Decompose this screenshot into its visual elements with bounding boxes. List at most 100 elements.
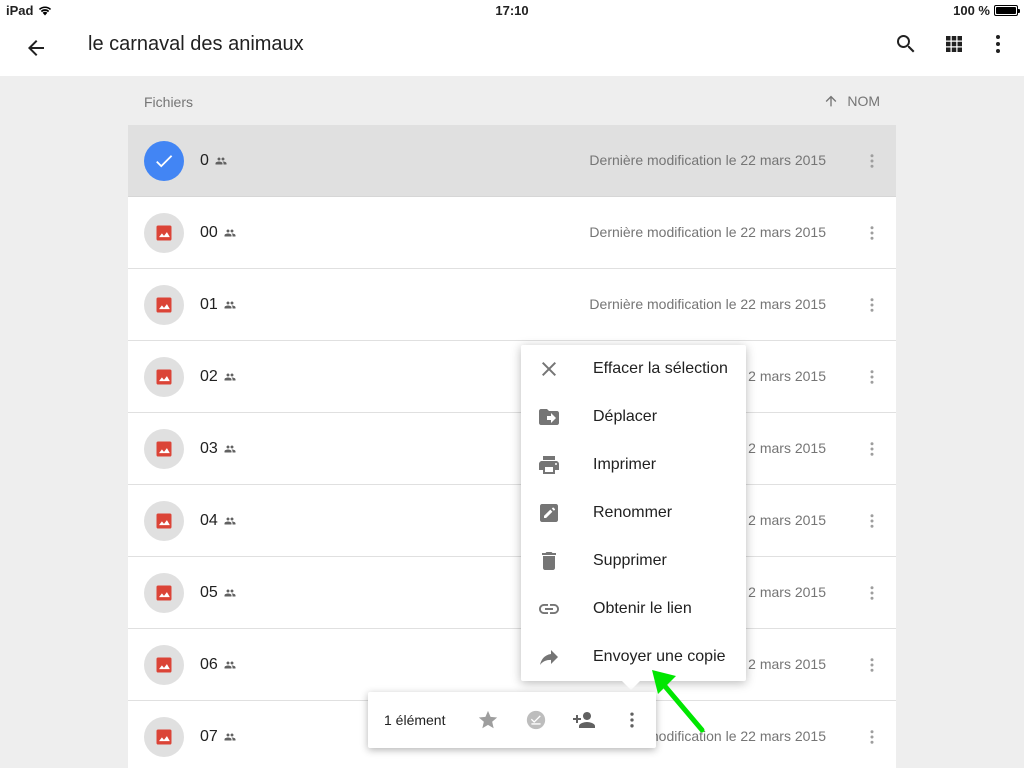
- section-label: Fichiers: [144, 94, 194, 110]
- file-modified-date: Dernière modification le 22 mars 2015: [589, 296, 826, 312]
- star-icon: [478, 710, 498, 729]
- more-vert-icon: [630, 712, 634, 728]
- menu-item-print[interactable]: Imprimer: [521, 441, 746, 489]
- file-more-button[interactable]: [860, 501, 884, 541]
- file-row[interactable]: 01 Dernière modification le 22 mars 2015: [128, 269, 896, 341]
- status-bar: iPad 17:10 100 %: [0, 0, 1024, 20]
- shared-people-icon: [215, 157, 227, 165]
- file-row[interactable]: 04 2 mars 2015: [128, 485, 896, 557]
- menu-item-label: Obtenir le lien: [593, 600, 692, 617]
- file-more-button[interactable]: [860, 141, 884, 181]
- selection-bar: 1 élément: [368, 692, 656, 748]
- file-name: 0: [200, 152, 227, 170]
- page-title: le carnaval des animaux: [88, 33, 304, 55]
- shared-people-icon: [224, 733, 236, 741]
- more-vert-icon: [996, 35, 1000, 53]
- link-icon: [537, 597, 561, 621]
- file-name-text: 02: [200, 368, 218, 385]
- file-row[interactable]: 00 Dernière modification le 22 mars 2015: [128, 197, 896, 269]
- star-button[interactable]: [474, 706, 502, 734]
- menu-item-move-to-folder[interactable]: Déplacer: [521, 393, 746, 441]
- file-name: 04: [200, 512, 236, 530]
- menu-item-rename[interactable]: Renommer: [521, 489, 746, 537]
- image-file-icon[interactable]: [144, 213, 184, 253]
- file-more-button[interactable]: [860, 429, 884, 469]
- file-name-text: 01: [200, 296, 218, 313]
- file-name: 06: [200, 656, 236, 674]
- file-more-button[interactable]: [860, 645, 884, 685]
- overflow-menu-button[interactable]: [978, 24, 1018, 64]
- more-vert-icon: [870, 514, 874, 528]
- file-modified-date: 2 mars 2015: [748, 440, 826, 456]
- shared-people-icon: [224, 589, 236, 597]
- shared-people-icon: [224, 373, 236, 381]
- back-button[interactable]: [16, 28, 56, 68]
- file-name: 03: [200, 440, 236, 458]
- offline-button[interactable]: [522, 706, 550, 734]
- app-bar: le carnaval des animaux: [0, 20, 1024, 76]
- menu-item-trash[interactable]: Supprimer: [521, 537, 746, 585]
- print-icon: [537, 453, 561, 477]
- list-header: Fichiers NOM: [128, 76, 896, 125]
- battery-icon: [994, 5, 1020, 16]
- file-modified-date: 2 mars 2015: [748, 512, 826, 528]
- image-file-icon[interactable]: [144, 429, 184, 469]
- more-vert-icon: [870, 298, 874, 312]
- file-more-button[interactable]: [860, 357, 884, 397]
- shared-people-icon: [224, 229, 236, 237]
- close-icon: [537, 357, 561, 381]
- file-name-text: 05: [200, 584, 218, 601]
- more-vert-icon: [870, 658, 874, 672]
- offline-check-icon: [526, 710, 546, 730]
- file-more-button[interactable]: [860, 717, 884, 757]
- file-row[interactable]: 0 Dernière modification le 22 mars 2015: [128, 125, 896, 197]
- file-more-button[interactable]: [860, 285, 884, 325]
- annotation-arrow-icon: [652, 670, 705, 733]
- image-file-icon[interactable]: [144, 645, 184, 685]
- move-to-folder-icon: [537, 405, 561, 429]
- search-button[interactable]: [886, 24, 926, 64]
- file-row[interactable]: 05 2 mars 2015: [128, 557, 896, 629]
- image-file-icon[interactable]: [144, 573, 184, 613]
- menu-item-label: Déplacer: [593, 408, 658, 425]
- file-row[interactable]: 06 2 mars 2015: [128, 629, 896, 701]
- trash-icon: [537, 549, 561, 573]
- menu-item-link[interactable]: Obtenir le lien: [521, 585, 746, 633]
- more-vert-icon: [870, 586, 874, 600]
- image-file-icon[interactable]: [144, 717, 184, 757]
- menu-item-close[interactable]: Effacer la sélection: [521, 345, 746, 393]
- more-vert-icon: [870, 154, 874, 168]
- image-file-icon[interactable]: [144, 285, 184, 325]
- file-name-text: 0: [200, 152, 209, 169]
- more-vert-icon: [870, 370, 874, 384]
- file-modified-date: 2 mars 2015: [748, 368, 826, 384]
- rename-icon: [537, 501, 561, 525]
- file-name-text: 03: [200, 440, 218, 457]
- file-name: 00: [200, 224, 236, 242]
- arrow-up-icon: [825, 95, 837, 107]
- image-file-icon[interactable]: [144, 501, 184, 541]
- file-name: 01: [200, 296, 236, 314]
- file-more-button[interactable]: [860, 213, 884, 253]
- battery-percent: 100 %: [953, 3, 990, 18]
- file-modified-date: 2 mars 2015: [748, 584, 826, 600]
- selected-check-icon[interactable]: [144, 141, 184, 181]
- file-modified-date: Dernière modification le 22 mars 2015: [589, 224, 826, 240]
- sort-by-name-button[interactable]: NOM: [823, 93, 880, 109]
- file-row[interactable]: 03 2 mars 2015: [128, 413, 896, 485]
- grid-view-button[interactable]: [934, 24, 974, 64]
- share-with-people-button[interactable]: [570, 706, 598, 734]
- clock: 17:10: [495, 3, 529, 18]
- person-add-icon: [573, 712, 595, 728]
- context-menu: Effacer la sélection Déplacer Imprimer R…: [521, 345, 746, 681]
- image-file-icon[interactable]: [144, 357, 184, 397]
- file-more-button[interactable]: [860, 573, 884, 613]
- file-row[interactable]: 02 2 mars 2015: [128, 341, 896, 413]
- file-name-text: 04: [200, 512, 218, 529]
- file-modified-date: 2 mars 2015: [748, 656, 826, 672]
- menu-item-label: Renommer: [593, 504, 673, 521]
- file-list: 0 Dernière modification le 22 mars 2015 …: [128, 125, 896, 768]
- file-modified-date: Dernière modification le 22 mars 2015: [589, 152, 826, 168]
- file-name: 05: [200, 584, 236, 602]
- arrow-back-icon: [28, 40, 44, 56]
